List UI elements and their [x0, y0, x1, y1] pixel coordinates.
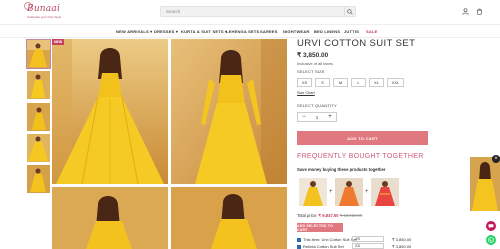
fbt-item-label: This item: Urvi Cotton Suit Set [303, 237, 357, 242]
brand-logo[interactable]: Bunaai Celebrate your Own Style [24, 2, 61, 20]
quantity-increase-button[interactable]: + [324, 113, 336, 121]
nav-new-arrivals[interactable]: NEW ARRIVALS ▾ [116, 29, 152, 34]
size-option-xs[interactable]: XS [297, 78, 312, 87]
product-price: ₹ 3,850.00 [297, 52, 329, 59]
cart-icon[interactable] [475, 7, 484, 16]
thumbnail-3[interactable] [27, 103, 50, 131]
fbt-product-1-image[interactable] [299, 178, 327, 206]
plus-icon: + [329, 189, 333, 195]
nav-dresses[interactable]: DRESSES ▾ [154, 29, 178, 34]
add-to-cart-button[interactable]: ADD TO CART [297, 131, 428, 145]
chat-button[interactable] [486, 221, 496, 231]
page: Bunaai Celebrate your Own Style Search N… [0, 0, 500, 249]
tax-note: Inclusive of all taxes [297, 61, 333, 66]
account-icon[interactable] [461, 7, 470, 16]
fbt-item-size-select[interactable]: XS [352, 236, 384, 242]
close-popup-icon[interactable]: × [492, 155, 500, 163]
product-title: URVI COTTON SUIT SET [297, 38, 416, 49]
fbt-item-row: This item: Urvi Cotton Suit Set [297, 237, 357, 242]
nav-lehenga-sets[interactable]: LEHENGA SETS [226, 29, 259, 34]
fbt-subtitle: Save money buying these products togethe… [297, 167, 386, 172]
product-image-1[interactable] [52, 39, 168, 184]
thumbnail-4[interactable] [27, 134, 50, 162]
fbt-total-price: ₹ 9,847.50 [318, 213, 339, 218]
product-image-4[interactable] [171, 187, 287, 249]
size-option-xxl[interactable]: XXL [387, 78, 404, 87]
nav-juttis[interactable]: JUTTIS [344, 29, 359, 34]
nav-sale[interactable]: SALE [366, 29, 377, 34]
fbt-item-checkbox[interactable] [297, 244, 301, 249]
search-input[interactable]: Search [166, 9, 180, 14]
new-badge: NEW [52, 39, 65, 45]
add-selected-to-cart-button[interactable]: ADD SELECTED TO CART [297, 223, 343, 232]
whatsapp-button[interactable] [486, 235, 496, 245]
size-chart-link[interactable]: Size Chart [297, 91, 315, 95]
fbt-item-price: ₹ 3,850.00 [392, 237, 412, 242]
fbt-product-3-image[interactable] [371, 178, 399, 206]
whatsapp-icon [488, 237, 494, 243]
plus-icon: + [365, 189, 369, 195]
main-nav: NEW ARRIVALS ▾ DRESSES ▾ KURTA & SUIT SE… [0, 24, 500, 38]
quantity-value[interactable]: 1 [310, 113, 324, 121]
brand-name: Bunaai [27, 4, 61, 14]
quantity-stepper: − 1 + [297, 112, 337, 122]
size-option-l[interactable]: L [351, 78, 366, 87]
chat-icon [488, 224, 494, 229]
fbt-item-price: ₹ 3,850.00 [392, 244, 412, 249]
search-button[interactable] [344, 7, 355, 16]
nav-sarees[interactable]: SAREES [260, 29, 278, 34]
fbt-title: FREQUENTLY BOUGHT TOGETHER [297, 153, 424, 160]
header: Bunaai Celebrate your Own Style Search [0, 0, 500, 24]
size-option-s[interactable]: S [315, 78, 330, 87]
fbt-total: Total price: ₹ 9,847.50 ₹ 10,550.00 [297, 213, 362, 218]
size-option-xl[interactable]: XL [369, 78, 384, 87]
fbt-item-size-select[interactable]: XS [352, 243, 384, 249]
quantity-decrease-button[interactable]: − [298, 113, 310, 121]
fbt-total-compare-price: ₹ 10,550.00 [339, 213, 363, 218]
select-size-label: SELECT SIZE [297, 69, 325, 74]
product-image-2[interactable] [171, 39, 287, 184]
fbt-total-label: Total price: [297, 213, 318, 218]
nav-kurta-suit-sets[interactable]: KURTA & SUIT SETS ▾ [181, 29, 227, 34]
nav-nightwear[interactable]: NIGHTWEAR [283, 29, 309, 34]
search-bar[interactable]: Search [160, 6, 356, 17]
select-quantity-label: SELECT QUANTITY [297, 103, 337, 108]
video-popup[interactable] [470, 157, 500, 211]
thumbnail-2[interactable] [27, 71, 50, 99]
size-option-m[interactable]: M [333, 78, 348, 87]
product-image-3[interactable] [52, 187, 168, 249]
search-icon [347, 8, 353, 15]
fbt-item-checkbox[interactable] [297, 237, 301, 242]
thumbnail-1[interactable] [26, 39, 51, 69]
fbt-item-label: Rekhta Cotton Suit Set [303, 244, 344, 249]
nav-bed-linens[interactable]: BED LINENS [314, 29, 340, 34]
thumbnail-5[interactable] [27, 165, 50, 193]
fbt-product-2-image[interactable] [335, 178, 363, 206]
fbt-item-row: Rekhta Cotton Suit Set [297, 244, 344, 249]
brand-tagline: Celebrate your Own Style [27, 15, 62, 19]
